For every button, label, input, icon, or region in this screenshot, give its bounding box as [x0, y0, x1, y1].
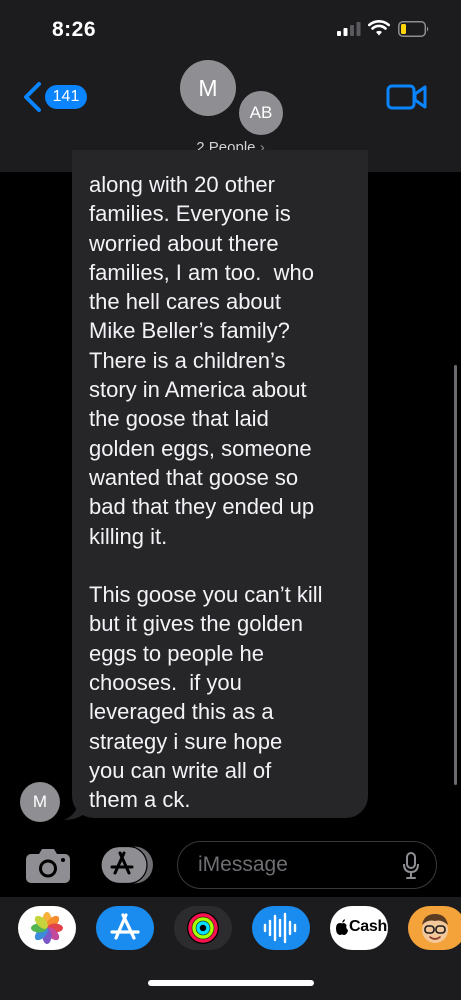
- camera-icon[interactable]: [25, 848, 71, 884]
- app-store-drawer-button[interactable]: [100, 846, 154, 884]
- memoji-icon[interactable]: [408, 906, 461, 950]
- sender-avatar[interactable]: M: [20, 782, 60, 822]
- contact-avatar-secondary[interactable]: AB: [237, 89, 285, 137]
- home-indicator[interactable]: [148, 980, 314, 986]
- apple-cash-label: Cash: [349, 918, 387, 935]
- message-text: along with 20 other families. Everyone i…: [89, 172, 323, 813]
- message-input-placeholder: iMessage: [198, 853, 288, 876]
- cellular-signal-icon: [337, 22, 361, 36]
- scrollbar[interactable]: [454, 365, 457, 785]
- audio-waveform-icon[interactable]: [252, 906, 310, 950]
- apple-cash-icon[interactable]: Cash: [330, 906, 388, 950]
- bubble-tail: [64, 800, 84, 820]
- app-store-icon[interactable]: [96, 906, 154, 950]
- photos-icon[interactable]: [18, 906, 76, 950]
- unread-count-badge[interactable]: 141: [45, 85, 87, 109]
- video-call-icon[interactable]: [386, 82, 428, 112]
- wifi-icon: [368, 20, 390, 36]
- status-time: 8:26: [52, 18, 97, 41]
- microphone-icon[interactable]: [402, 852, 420, 880]
- battery-icon: [398, 21, 429, 37]
- contact-avatar[interactable]: M: [180, 60, 236, 116]
- activity-rings-icon[interactable]: [174, 906, 232, 950]
